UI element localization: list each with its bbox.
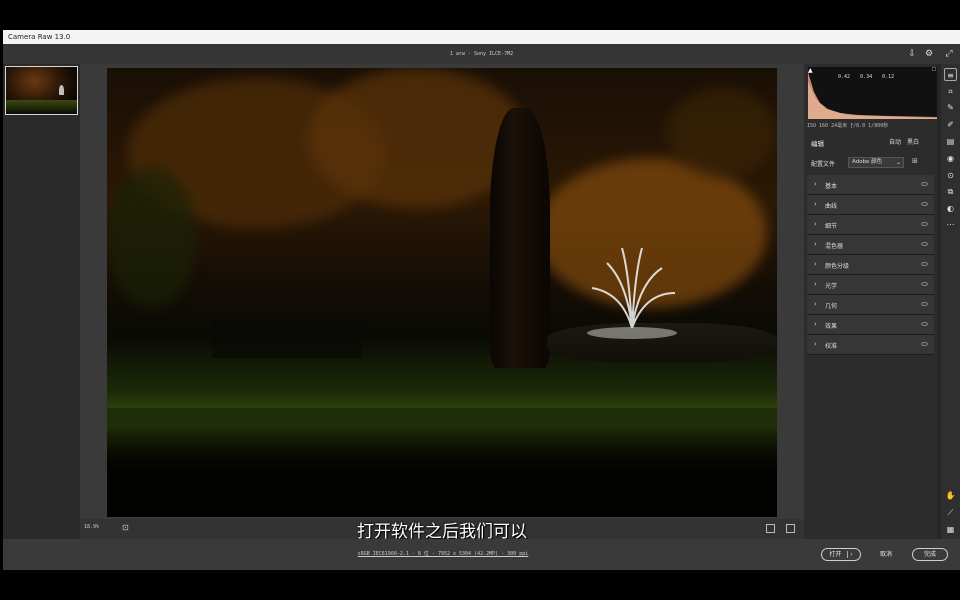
thumbnail-fountain	[59, 85, 64, 95]
chevron-right-icon: ›	[814, 180, 817, 188]
eye-icon[interactable]	[921, 322, 928, 326]
section-label: 校准	[825, 343, 838, 350]
section-label: 几何	[825, 303, 838, 310]
more-icon[interactable]: ⋯	[944, 218, 957, 231]
chevron-down-icon: ⌄	[895, 159, 901, 166]
canvas-bottom-bar: 18.9% ⊡ 打开软件之后我们可以	[80, 519, 804, 542]
done-button[interactable]: 完成	[912, 548, 948, 561]
eyedropper-icon[interactable]: ⟋	[944, 506, 957, 519]
section-label: 效果	[825, 323, 838, 330]
section-geometry[interactable]: › 几何	[807, 295, 934, 315]
eye-icon[interactable]	[921, 282, 928, 286]
park-bench	[212, 313, 362, 358]
eye-icon[interactable]	[921, 222, 928, 226]
footer-bar: sRGB IEC61966-2.1 - 8 位 - 7952 x 5304 (4…	[3, 539, 960, 570]
profile-select[interactable]: Adobe 颜色 ⌄	[848, 157, 904, 168]
file-info: 1 arw · Sony ILCE-7M2	[449, 51, 514, 57]
edit-sliders-icon[interactable]: ≡	[944, 68, 957, 81]
section-label: 曲线	[825, 203, 838, 210]
eye-icon[interactable]	[921, 302, 928, 306]
histogram: ▲ 0.42 0.34 0.12	[808, 67, 937, 119]
chevron-right-icon: ›	[814, 240, 817, 248]
hand-icon[interactable]: ✋	[944, 489, 957, 502]
edit-panel: ▲ 0.42 0.34 0.12 ISO 160 24毫米 ƒ/8.0 1/80…	[804, 64, 937, 539]
edit-panel-title: 编辑	[811, 140, 824, 148]
eye-icon[interactable]	[921, 262, 928, 266]
thumbnail-grass	[6, 99, 77, 114]
profile-select-value: Adobe 颜色	[852, 159, 883, 165]
chevron-right-icon: ›	[814, 340, 817, 348]
section-optics[interactable]: › 光学	[807, 275, 934, 295]
chevron-right-icon: ›	[814, 320, 817, 328]
section-color-grading[interactable]: › 颜色分级	[807, 255, 934, 275]
gear-icon[interactable]: ⚙	[923, 48, 935, 60]
foliage	[667, 88, 777, 178]
camera-raw-window: 1 arw · Sony ILCE-7M2 ⇩ ⚙ ⤢ 18.9% ⊡ 打开软件…	[3, 44, 960, 570]
section-basic[interactable]: › 基本	[807, 175, 934, 195]
section-effects[interactable]: › 效果	[807, 315, 934, 335]
section-label: 细节	[825, 223, 838, 230]
eye-icon[interactable]	[921, 202, 928, 206]
grid-icon[interactable]: ▦	[944, 523, 957, 536]
profile-browser-icon[interactable]: ⊞	[912, 157, 918, 165]
chevron-right-icon: ›	[814, 280, 817, 288]
snapshots-icon[interactable]: ⧉	[944, 185, 957, 198]
section-label: 颜色分级	[825, 263, 850, 270]
chevron-right-icon: ›	[814, 260, 817, 268]
save-icon[interactable]: ⇩	[906, 48, 918, 60]
red-eye-icon[interactable]: ⊙	[944, 169, 957, 182]
chevron-right-icon: ›	[814, 220, 817, 228]
histogram-values: 0.42 0.34 0.12	[838, 74, 895, 80]
view-mode-icon[interactable]	[766, 524, 775, 533]
spot-removal-icon[interactable]: ✎	[944, 101, 957, 114]
brush-icon[interactable]: ✐	[944, 118, 957, 131]
auto-button[interactable]: 自动	[889, 137, 901, 146]
filmstrip-thumbnail[interactable]	[5, 66, 78, 115]
profile-label: 配置文件	[811, 161, 836, 168]
before-after-icon[interactable]	[786, 524, 795, 533]
linear-gradient-icon[interactable]: ▤	[944, 135, 957, 148]
section-color-mixer[interactable]: › 混色器	[807, 235, 934, 255]
section-label: 光学	[825, 283, 838, 290]
chevron-right-icon: ›	[814, 200, 817, 208]
section-calibration[interactable]: › 校准	[807, 335, 934, 355]
window-title: Camera Raw 13.0	[8, 33, 71, 41]
top-bar: 1 arw · Sony ILCE-7M2 ⇩ ⚙ ⤢	[3, 44, 960, 64]
ground-shadow	[107, 408, 777, 517]
eye-icon[interactable]	[921, 182, 928, 186]
presets-icon[interactable]: ◐	[944, 202, 957, 215]
fountain-spray	[577, 243, 687, 343]
open-options-icon[interactable]: ›	[847, 551, 853, 558]
open-button[interactable]: 打开 ›	[821, 548, 861, 561]
image-canvas-area	[80, 64, 804, 519]
filmstrip	[3, 64, 80, 539]
tool-strip: ≡ ⌗ ✎ ✐ ▤ ◉ ⊙ ⧉ ◐ ⋯ ✋ ⟋ ▦	[941, 64, 960, 539]
section-label: 基本	[825, 183, 838, 190]
window-title-bar: Camera Raw 13.0	[3, 30, 960, 44]
cancel-button[interactable]: 取消	[880, 548, 892, 561]
chevron-right-icon: ›	[814, 300, 817, 308]
section-label: 混色器	[825, 243, 844, 250]
photo-preview[interactable]	[107, 68, 777, 517]
tree-trunk	[490, 108, 550, 368]
section-curve[interactable]: › 曲线	[807, 195, 934, 215]
section-detail[interactable]: › 细节	[807, 215, 934, 235]
open-button-label: 打开	[829, 551, 842, 558]
edit-sections: › 基本 › 曲线 › 细节 › 混色器 › 颜色分级 › 光学 › 几何 › 效果 › 校准	[807, 175, 934, 355]
workflow-options-link[interactable]: sRGB IEC61966-2.1 - 8 位 - 7952 x 5304 (4…	[3, 550, 883, 557]
eye-icon[interactable]	[921, 242, 928, 246]
crop-icon[interactable]: ⌗	[944, 85, 957, 98]
expand-icon[interactable]: ⤢	[943, 48, 955, 60]
shadow-clipping-icon[interactable]: ▲	[808, 67, 813, 74]
radial-gradient-icon[interactable]: ◉	[944, 152, 957, 165]
highlight-clipping-icon[interactable]	[932, 67, 936, 71]
camera-info: ISO 160 24毫米 ƒ/8.0 1/800秒	[807, 123, 889, 129]
bw-button[interactable]: 黑白	[907, 137, 919, 146]
eye-icon[interactable]	[921, 342, 928, 346]
foliage	[107, 168, 197, 308]
